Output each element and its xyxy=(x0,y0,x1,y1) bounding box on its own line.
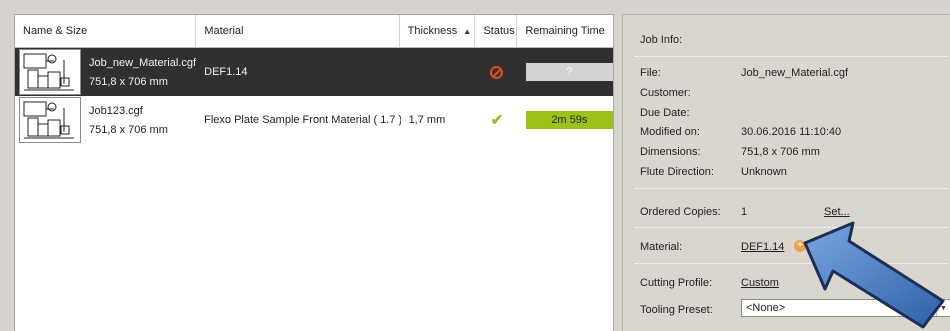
remaining-time-bar: 2m 59s xyxy=(525,111,613,129)
set-copies-link[interactable]: Set... xyxy=(824,206,850,218)
ordered-copies-label: Ordered Copies: xyxy=(640,206,721,218)
chevron-down-icon[interactable]: ▼ xyxy=(936,300,950,316)
column-header-name[interactable]: Name & Size xyxy=(15,15,197,47)
column-header-material[interactable]: Material xyxy=(196,15,400,47)
add-material-icon[interactable]: + xyxy=(794,240,806,252)
job-thickness: 1,7 mm xyxy=(408,114,446,126)
divider xyxy=(635,188,947,189)
column-header-thickness[interactable]: Thickness ▲ xyxy=(400,15,476,47)
check-icon: ✔ xyxy=(490,112,504,129)
sort-ascending-icon: ▲ xyxy=(463,26,472,36)
file-label: File: xyxy=(640,67,661,79)
tooling-preset-select[interactable]: <None> ▼ xyxy=(741,299,950,317)
file-value: Job_new_Material.cgf xyxy=(741,67,849,79)
material-label: Material: xyxy=(640,241,683,253)
job-info-title: Job Info: xyxy=(640,34,683,46)
material-link[interactable]: DEF1.14 xyxy=(741,241,784,253)
tooling-preset-value: <None> xyxy=(746,302,786,314)
job-remaining: 2m 59s xyxy=(518,96,613,144)
divider xyxy=(635,263,947,264)
tooling-preset-label: Tooling Preset: xyxy=(640,304,713,316)
job-row[interactable]: Job_new_Material.cgf 751,8 x 706 mm DEF1… xyxy=(15,48,613,96)
job-thickness xyxy=(401,48,476,96)
job-row[interactable]: Job123.cgf 751,8 x 706 mm Flexo Plate Sa… xyxy=(15,96,613,144)
cutting-profile-link[interactable]: Custom xyxy=(741,277,779,289)
job-size: 751,8 x 706 mm xyxy=(89,123,168,136)
cancel-icon xyxy=(490,65,504,79)
modified-value: 30.06.2016 11:10:40 xyxy=(741,126,842,138)
job-name: Job123.cgf xyxy=(89,104,143,117)
remaining-time-bar: ? xyxy=(525,63,613,81)
dimensions-value: 751,8 x 706 mm xyxy=(741,146,820,158)
job-info-panel: Job Info: File: Job_new_Material.cgf Cus… xyxy=(622,14,950,331)
column-header-remaining-time[interactable]: Remaining Time xyxy=(517,15,613,47)
due-date-label: Due Date: xyxy=(640,107,690,119)
job-list: Name & Size Material Thickness ▲ Status R… xyxy=(14,14,614,331)
flute-direction-value: Unknown xyxy=(741,166,787,178)
job-material: DEF1.14 xyxy=(204,66,248,78)
job-status xyxy=(476,48,518,96)
ordered-copies-value: 1 xyxy=(741,206,748,218)
job-list-header: Name & Size Material Thickness ▲ Status R… xyxy=(15,15,613,48)
flute-direction-label: Flute Direction: xyxy=(640,166,714,178)
job-size: 751,8 x 706 mm xyxy=(89,75,168,88)
job-status: ✔ xyxy=(476,96,518,144)
cutting-profile-label: Cutting Profile: xyxy=(640,277,713,289)
customer-label: Customer: xyxy=(640,87,691,99)
job-remaining: ? xyxy=(518,48,613,96)
job-name: Job_new_Material.cgf xyxy=(89,56,197,69)
job-thumbnail xyxy=(19,97,81,143)
divider xyxy=(635,56,947,57)
dimensions-label: Dimensions: xyxy=(640,146,701,158)
divider xyxy=(635,227,947,228)
column-header-status[interactable]: Status xyxy=(475,15,518,47)
modified-label: Modified on: xyxy=(640,126,700,138)
job-material: Flexo Plate Sample Front Material ( 1.7 … xyxy=(204,114,401,126)
job-thumbnail xyxy=(19,49,81,95)
